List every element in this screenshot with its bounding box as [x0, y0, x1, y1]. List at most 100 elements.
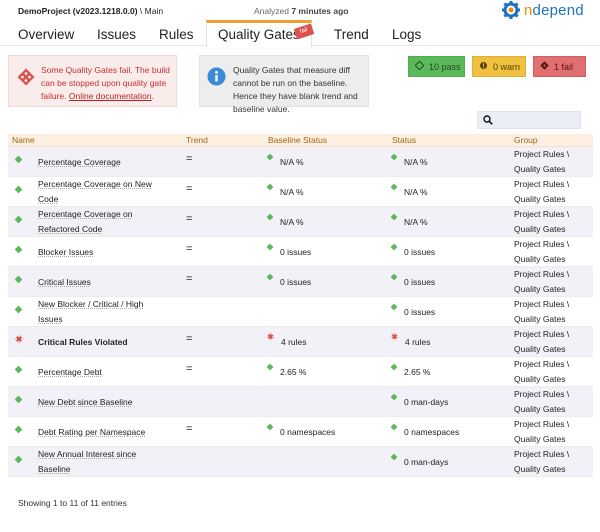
gate-name-link[interactable]: Percentage Coverage on New Code [38, 177, 168, 207]
fail-diamond-icon [17, 68, 35, 88]
project-name: DemoProject (v2023.1218.0.0) [18, 6, 138, 16]
table-row[interactable]: Percentage Debt = 2.65 % 2.65 % Project Rule… [8, 357, 593, 387]
gate-name-link[interactable]: Percentage Coverage on Refactored Code [38, 207, 168, 237]
fail-icon [540, 61, 549, 72]
status-cell: N/A % [390, 177, 428, 207]
status-value: 0 namespaces [404, 426, 460, 437]
group-value: Project Rules \ Quality Gates [514, 359, 570, 384]
baseline-status-cell: N/A % [266, 207, 304, 237]
fail-status-icon [14, 334, 24, 349]
column-header-status[interactable]: Status [392, 135, 416, 145]
pass-status-icon [14, 184, 23, 199]
group-value: Project Rules \ Quality Gates [514, 209, 570, 234]
table-row[interactable]: Critical Issues = 0 issues 0 issues Project … [8, 267, 593, 297]
table-row[interactable]: New Annual Interest since Baseline 0 man-… [8, 447, 593, 477]
tab-logs[interactable]: Logs [392, 27, 421, 42]
table-row[interactable]: New Blocker / Critical / High Issues 0 is… [8, 297, 593, 327]
gate-name-cell: Percentage Debt [38, 357, 168, 387]
status-cell: 2.65 % [390, 357, 430, 387]
gate-name-link[interactable]: Critical Rules Violated [38, 335, 128, 350]
logo-n: n [524, 1, 533, 19]
warn-count-label: 0 warn [493, 61, 521, 72]
fail-count-badge[interactable]: 1 fail [533, 56, 586, 77]
branch-link[interactable]: \ Main [138, 6, 163, 16]
pass-status-icon [14, 454, 23, 469]
table-body: Percentage Coverage = N/A % N/A % Project Ru… [8, 147, 593, 477]
baseline-info-alert: Quality Gates that measure diff cannot b… [199, 55, 369, 114]
status-cell: 0 issues [390, 267, 435, 297]
gear-logo-icon [502, 1, 520, 19]
pass-count-label: 10 pass [429, 61, 461, 72]
status-pass-icon [390, 451, 398, 466]
status-cell: 4 rules [390, 327, 431, 357]
gate-name-cell: Percentage Coverage on Refactored Code [38, 207, 168, 237]
table-row[interactable]: Blocker Issues = 0 issues 0 issues Project R… [8, 237, 593, 267]
column-header-name[interactable]: Name [12, 135, 35, 145]
status-cell: 0 issues [390, 297, 435, 327]
gate-name-link[interactable]: New Debt since Baseline [38, 395, 133, 410]
baseline-value: 4 rules [281, 336, 307, 347]
tab-overview[interactable]: Overview [18, 27, 74, 42]
gate-name-cell: New Debt since Baseline [38, 387, 168, 417]
status-pass-icon [390, 391, 398, 406]
baseline-status-cell: 2.65 % [266, 357, 306, 387]
baseline-status-cell: 0 issues [266, 267, 311, 297]
trend-value: = [186, 183, 193, 195]
search-input[interactable] [498, 114, 578, 126]
gate-name-link[interactable]: New Blocker / Critical / High Issues [38, 297, 168, 327]
group-value: Project Rules \ Quality Gates [514, 329, 570, 354]
gate-name-link[interactable]: Debt Rating per Namespace [38, 425, 145, 440]
pass-count-badge[interactable]: 10 pass [408, 56, 465, 77]
analyzed-prefix: Analyzed [254, 6, 292, 16]
baseline-value: 0 issues [280, 246, 312, 257]
tab-bar: Overview Issues Rules Quality Gates fail… [0, 20, 600, 47]
baseline-status-cell: 0 issues [266, 237, 311, 267]
table-header: Name Trend Baseline Status Status Group [8, 134, 593, 147]
baseline-value: 0 namespaces [280, 426, 336, 437]
tab-quality-gates[interactable]: Quality Gates fail [206, 20, 315, 47]
gate-name-link[interactable]: Percentage Coverage [38, 155, 121, 170]
group-value: Project Rules \ Quality Gates [514, 179, 570, 204]
trend-value: = [186, 333, 193, 345]
status-pass-icon [390, 421, 398, 436]
tab-quality-gates-label: Quality Gates [218, 27, 300, 42]
status-value: 0 man-days [404, 396, 449, 407]
table-row[interactable]: Debt Rating per Namespace = 0 namespaces 0 … [8, 417, 593, 447]
warn-count-badge[interactable]: 0 warn [472, 56, 526, 77]
status-value: 4 rules [405, 336, 431, 347]
online-documentation-link[interactable]: Online documentation [69, 91, 152, 101]
tab-trend[interactable]: Trend [334, 27, 369, 42]
status-value: 0 man-days [404, 456, 449, 467]
search-box[interactable] [477, 111, 581, 129]
info-alert-text: Quality Gates that measure diff cannot b… [233, 65, 358, 114]
logo-rest: depend [532, 1, 584, 19]
table-row[interactable]: New Debt since Baseline 0 man-days Project… [8, 387, 593, 417]
table-row[interactable]: Percentage Coverage on New Code = N/A % N/A… [8, 177, 593, 207]
pass-status-icon [14, 244, 23, 259]
gate-name-link[interactable]: Blocker Issues [38, 245, 93, 260]
tab-rules[interactable]: Rules [159, 27, 194, 42]
gate-name-link[interactable]: New Annual Interest since Baseline [38, 447, 168, 477]
table-row[interactable]: Percentage Coverage on Refactored Code = N… [8, 207, 593, 237]
table-row[interactable]: Percentage Coverage = N/A % N/A % Project Ru… [8, 147, 593, 177]
tab-issues[interactable]: Issues [97, 27, 136, 42]
ndepend-logo[interactable]: ndepend [502, 1, 584, 19]
table-row[interactable]: Critical Rules Violated = 4 rules 4 rules Pr… [8, 327, 593, 357]
pass-diamond-icon [414, 60, 425, 72]
column-header-trend[interactable]: Trend [186, 135, 208, 145]
status-cell: 0 man-days [390, 387, 448, 417]
baseline-pass-icon [266, 181, 274, 196]
gate-name-link[interactable]: Critical Issues [38, 275, 91, 290]
status-fail-icon [390, 331, 399, 346]
pass-status-icon [14, 214, 23, 229]
warn-icon [479, 61, 488, 72]
column-header-baseline-status[interactable]: Baseline Status [268, 135, 327, 145]
status-value: N/A % [404, 186, 428, 197]
baseline-status-cell: N/A % [266, 177, 304, 207]
column-header-group[interactable]: Group [514, 135, 538, 145]
baseline-pass-icon [266, 421, 274, 436]
gate-name-link[interactable]: Percentage Debt [38, 365, 102, 380]
group-value: Project Rules \ Quality Gates [514, 449, 570, 474]
group-value: Project Rules \ Quality Gates [514, 149, 570, 174]
project-title: DemoProject (v2023.1218.0.0) \ Main [18, 6, 163, 16]
